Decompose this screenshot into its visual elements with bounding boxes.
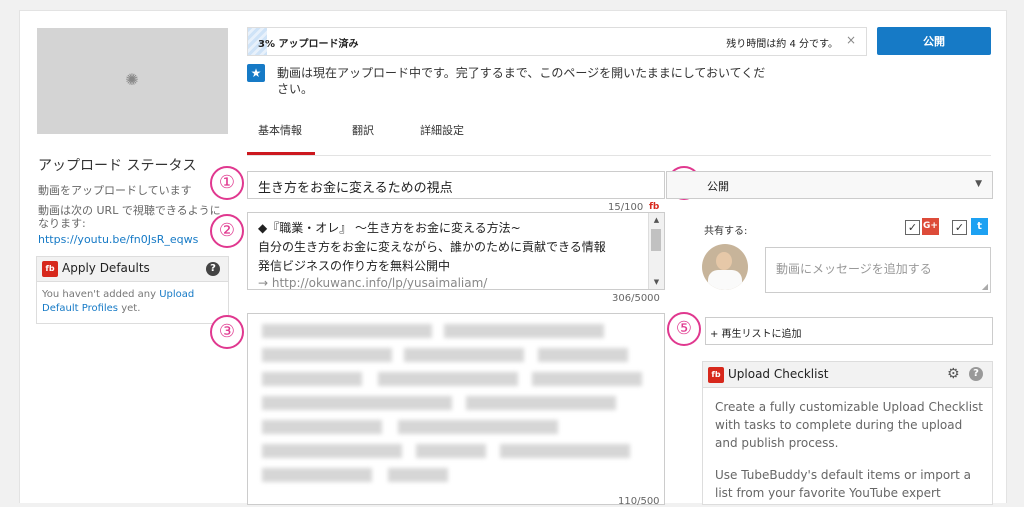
upload-progress-bar: 3% アップロード済み 残り時間は約 4 分です。 × xyxy=(247,27,867,56)
tab-advanced-settings[interactable]: 詳細設定 xyxy=(420,122,464,138)
share-twitter-checkbox[interactable]: ✓ xyxy=(952,220,967,235)
apply-defaults-title: Apply Defaults xyxy=(62,261,150,275)
title-input[interactable]: 生き方をお金に変えるための視点 xyxy=(247,171,665,199)
twitter-icon: t xyxy=(971,218,988,235)
tubebuddy-logo-icon: fb xyxy=(42,261,58,277)
publish-button[interactable]: 公開 xyxy=(877,27,991,55)
annotation-2: ② xyxy=(210,214,244,248)
video-thumbnail: ✺ xyxy=(37,28,228,134)
description-char-counter: 306/5000 xyxy=(612,293,660,304)
description-line: → http://okuwanc.info/lp/yusaimaliam/ xyxy=(258,276,488,290)
tab-divider xyxy=(247,155,991,156)
privacy-select[interactable]: 公開 ▼ xyxy=(666,171,993,199)
video-url-link[interactable]: https://youtu.be/fn0JsR_eqws xyxy=(38,233,198,246)
description-line: 自分の生き方をお金に変えながら、誰かのために貢献できる情報 xyxy=(258,240,606,254)
share-gplus-checkbox[interactable]: ✓ xyxy=(905,220,920,235)
description-line: ◆『職業・オレ』 ～生き方をお金に変える方法~ xyxy=(258,221,521,235)
annotation-3: ③ xyxy=(210,315,244,349)
checklist-description: Create a fully customizable Upload Check… xyxy=(715,400,983,450)
tags-input[interactable] xyxy=(247,313,665,505)
google-plus-icon: G+ xyxy=(922,218,939,235)
annotation-1: ① xyxy=(210,166,244,200)
description-textarea[interactable]: ◆『職業・オレ』 ～生き方をお金に変える方法~ 自分の生き方をお金に変えながら、… xyxy=(247,212,665,290)
resize-handle-icon[interactable]: ◢ xyxy=(982,282,988,291)
share-label: 共有する: xyxy=(704,226,748,237)
help-icon[interactable]: ? xyxy=(969,367,983,381)
privacy-value: 公開 xyxy=(707,180,729,193)
star-icon: ★ xyxy=(247,64,265,82)
apply-defaults-text: You haven't added any Upload Default Pro… xyxy=(42,289,195,314)
annotation-5: ⑤ xyxy=(667,312,701,346)
description-line: 発信ビジネスの作り方を無料公開中 xyxy=(258,259,451,273)
avatar xyxy=(702,244,748,290)
title-value: 生き方をお金に変えるための視点 xyxy=(258,181,453,196)
gear-icon[interactable]: ⚙ xyxy=(947,366,960,382)
progress-text: 3% アップロード済み xyxy=(258,39,359,50)
scroll-down-icon[interactable]: ▼ xyxy=(649,275,664,289)
tubebuddy-logo-icon: fb xyxy=(708,367,724,383)
cancel-upload-icon[interactable]: × xyxy=(846,33,856,47)
upload-checklist-title: Upload Checklist xyxy=(728,367,829,381)
apply-defaults-panel: fb Apply Defaults ? You haven't added an… xyxy=(36,256,229,324)
upload-status-message: 動画をアップロードしています xyxy=(38,184,192,197)
upload-checklist-header: fb Upload Checklist ⚙ ? xyxy=(703,362,992,388)
apply-defaults-header: fb Apply Defaults ? xyxy=(37,257,228,282)
scroll-up-icon[interactable]: ▲ xyxy=(649,213,664,227)
upload-page: ✺ アップロード ステータス 動画をアップロードしています 動画は次の URL … xyxy=(19,10,1007,507)
add-to-playlist-button[interactable]: + 再生リストに追加 xyxy=(705,317,993,345)
description-scrollbar[interactable]: ▲ ▼ xyxy=(648,213,664,289)
video-url-label: 動画は次の URL で視聴できるようになります: xyxy=(38,204,221,230)
help-icon[interactable]: ? xyxy=(206,262,220,276)
checklist-import-text: Use TubeBuddy's default items or import … xyxy=(715,468,971,500)
upload-checklist-panel: fb Upload Checklist ⚙ ? Create a fully c… xyxy=(702,361,993,505)
scroll-thumb[interactable] xyxy=(651,229,661,251)
add-to-playlist-label: + 再生リストに追加 xyxy=(710,329,802,340)
tubebuddy-icon: fb xyxy=(649,202,660,212)
upload-status-title: アップロード ステータス xyxy=(38,158,197,174)
caret-down-icon: ▼ xyxy=(975,179,982,189)
loading-spinner-icon: ✺ xyxy=(125,70,139,89)
tab-basic-info[interactable]: 基本情報 xyxy=(258,122,302,138)
share-message-placeholder: 動画にメッセージを追加する xyxy=(776,262,932,276)
upload-notice: 動画は現在アップロード中です。完了するまで、このページを開いたままにしておいてく… xyxy=(277,66,766,96)
share-message-input[interactable]: 動画にメッセージを追加する ◢ xyxy=(765,247,991,293)
time-remaining: 残り時間は約 4 分です。 xyxy=(726,39,838,50)
tab-translation[interactable]: 翻訳 xyxy=(352,122,374,138)
